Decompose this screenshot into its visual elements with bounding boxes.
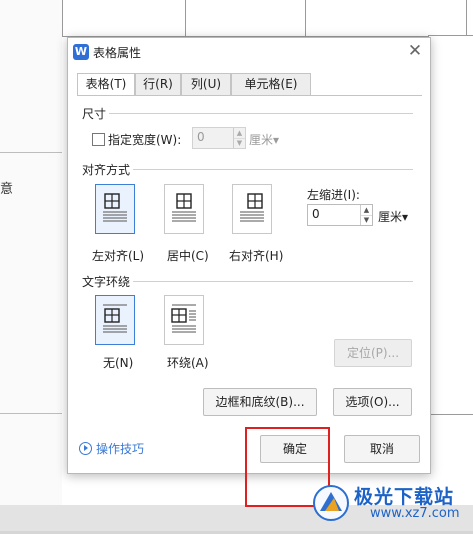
document-text: 意 — [0, 182, 14, 197]
align-left-label[interactable]: 左对齐(L) — [92, 247, 144, 264]
table-line — [0, 152, 62, 153]
spinner-down-icon[interactable]: ▼ — [233, 138, 245, 148]
wrap-none-label[interactable]: 无(N) — [103, 354, 133, 371]
align-center-label[interactable]: 居中(C) — [167, 247, 209, 264]
play-circle-icon — [79, 442, 92, 455]
tab-panel-border — [77, 95, 422, 96]
left-indent-label: 左缩进(I): — [307, 188, 360, 202]
specify-width-label: 指定宽度(W): — [108, 133, 182, 147]
brand-logo-icon — [313, 485, 349, 521]
tips-link-label: 操作技巧 — [96, 442, 145, 456]
indent-unit-dropdown[interactable]: 厘米▾ — [378, 208, 408, 225]
table-line — [0, 413, 62, 414]
section-alignment-label: 对齐方式 — [82, 161, 134, 178]
width-unit-dropdown[interactable]: 厘米▾ — [249, 131, 279, 148]
section-size-label: 尺寸 — [82, 105, 110, 122]
specify-width-checkbox[interactable] — [92, 133, 105, 146]
align-left-button[interactable] — [95, 184, 135, 234]
section-wrap-label: 文字环绕 — [82, 273, 134, 290]
align-center-icon — [172, 193, 196, 222]
wrap-around-button[interactable] — [164, 295, 204, 345]
table-cell — [62, 0, 187, 37]
dialog-title: 表格属性 — [93, 46, 142, 60]
options-button[interactable]: 选项(O)... — [333, 388, 412, 416]
wrap-around-icon — [171, 304, 196, 333]
position-button[interactable]: 定位(P)... — [334, 339, 412, 367]
table-cell — [428, 35, 473, 415]
tab-row[interactable]: 行(R) — [135, 73, 181, 95]
wps-writer-icon: W — [73, 44, 89, 60]
width-spinner[interactable]: 0 ▲ ▼ — [192, 127, 246, 149]
brand-url: www.xz7.com — [370, 506, 460, 521]
site-watermark: 极光下载站 www.xz7.com — [312, 480, 472, 526]
wrap-none-icon — [103, 304, 127, 333]
left-indent-value: 0 — [312, 207, 320, 221]
left-indent-spinner[interactable]: 0 ▲ ▼ — [307, 204, 373, 226]
table-cell — [185, 0, 307, 37]
align-left-icon — [103, 193, 127, 222]
wrap-none-button[interactable] — [95, 295, 135, 345]
table-cell — [305, 0, 467, 37]
document-left-margin: 意 意 — [0, 0, 63, 534]
borders-shading-button[interactable]: 边框和底纹(B)... — [203, 388, 317, 416]
tab-column[interactable]: 列(U) — [181, 73, 231, 95]
align-right-button[interactable] — [232, 184, 272, 234]
table-properties-dialog: W 表格属性 ✕ 表格(T) 行(R) 列(U) 单元格(E) 尺寸 指定宽度(… — [67, 37, 431, 474]
tab-table[interactable]: 表格(T) — [77, 73, 135, 96]
tab-cell[interactable]: 单元格(E) — [231, 73, 311, 95]
align-right-label[interactable]: 右对齐(H) — [229, 247, 283, 264]
width-value: 0 — [197, 130, 205, 144]
close-icon[interactable]: ✕ — [406, 41, 424, 61]
align-center-button[interactable] — [164, 184, 204, 234]
section-divider — [82, 113, 413, 114]
wrap-around-label[interactable]: 环绕(A) — [167, 354, 209, 371]
tips-link[interactable]: 操作技巧 — [79, 440, 144, 457]
dialog-titlebar[interactable]: W 表格属性 ✕ — [68, 38, 430, 66]
spinner-down-icon[interactable]: ▼ — [360, 215, 372, 225]
cancel-button[interactable]: 取消 — [344, 435, 420, 463]
align-right-icon — [240, 193, 264, 222]
brand-name: 极光下载站 — [354, 486, 455, 508]
